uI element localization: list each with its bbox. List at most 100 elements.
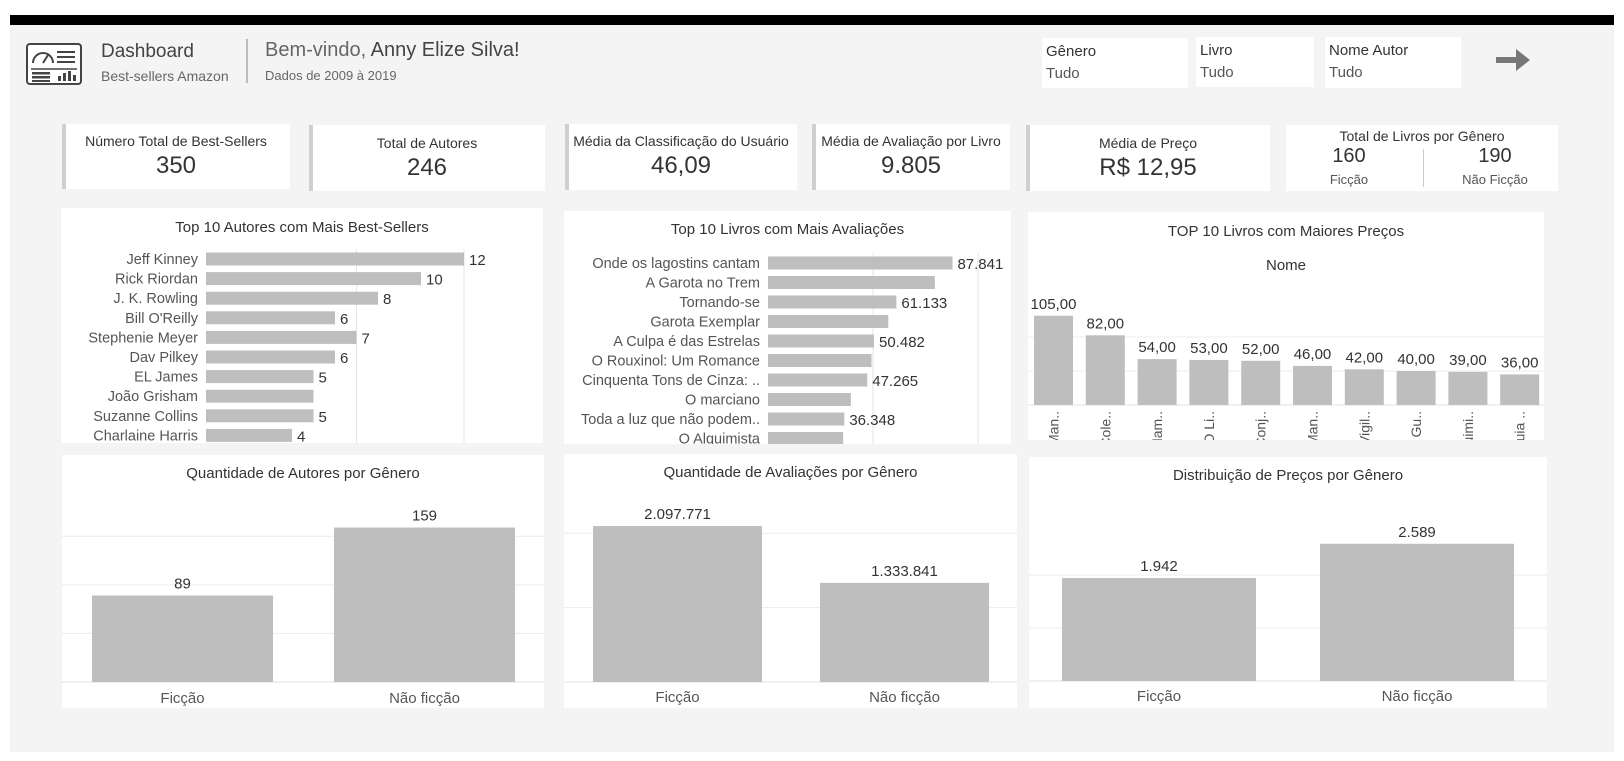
bar (92, 595, 273, 682)
data-label: 36.348 (849, 412, 895, 429)
category-label: J. K. Rowling (113, 291, 198, 307)
bar (768, 354, 872, 367)
bar (206, 350, 335, 364)
data-label: 1.942 (1140, 558, 1178, 575)
chart-reviews-by-genre: Quantidade de Avaliações por Gênero 2.09… (564, 454, 1017, 708)
data-label: 6 (340, 350, 348, 367)
bar (768, 276, 935, 289)
data-label: 8 (383, 291, 391, 308)
kpi-value: 246 (406, 154, 448, 181)
bar (206, 291, 378, 305)
filter-livro-value[interactable]: Tudo (1200, 64, 1234, 81)
data-label: 36,00 (1501, 354, 1539, 371)
bar (768, 315, 889, 328)
kpi-fiction-label: Ficção (1329, 172, 1369, 187)
chart-top-reviews: Top 10 Livros com Mais Avaliações Onde o… (564, 211, 1011, 444)
bar (206, 428, 292, 442)
category-label: Onde os lagostins cantam (592, 256, 760, 272)
category-label: Ficção (160, 690, 204, 707)
data-label: 50.482 (879, 334, 925, 351)
chart-price-by-genre-svg: 1.942 Ficção 2.589 Não ficção (1029, 524, 1547, 705)
category-label: Guia .. (1512, 411, 1528, 440)
chart-top-prices-svg: 105,00 Man.. 82,00 Cole.. 54,00 Ham.. 53,00 O L… (1028, 296, 1544, 440)
category-label: Charlaine Harris (93, 428, 198, 443)
data-label: 61.133 (901, 295, 947, 312)
data-label: 12 (469, 252, 486, 269)
bar (1320, 543, 1514, 681)
kpi-nonfiction-value: 190 (1478, 145, 1512, 167)
kpi-value: 350 (155, 152, 197, 179)
bar (1396, 371, 1436, 405)
category-label: Stephenie Meyer (88, 330, 198, 346)
bar (768, 373, 868, 387)
kpi-total-authors: Total de Autores 246 (309, 125, 545, 191)
category-label: Vigil.. (1356, 411, 1372, 440)
category-label: Garota Exemplar (650, 315, 760, 331)
bar (820, 582, 989, 682)
welcome-message: Bem-vindo, Anny Elize Silva! (265, 39, 520, 62)
category-label: Cole.. (1097, 411, 1113, 440)
category-label: Jeff Kinney (127, 252, 199, 268)
date-range: Dados de 2009 à 2019 (265, 68, 397, 83)
category-label: Bill O'Reilly (125, 311, 199, 327)
data-label: 105,00 (1031, 296, 1077, 313)
data-label: 5 (319, 370, 327, 387)
welcome-name: Anny Elize Silva! (370, 39, 520, 61)
filter-nome-autor-value[interactable]: Tudo (1329, 64, 1363, 81)
category-label: O Gu.. (1408, 411, 1424, 440)
data-label: 52,00 (1242, 341, 1280, 358)
data-label: 10 (426, 272, 443, 289)
bar (206, 389, 314, 403)
filter-nome-autor-label: Nome Autor (1329, 42, 1409, 59)
kpi-title: Total de Livros por Gênero (1339, 128, 1505, 144)
filter-livro[interactable]: Livro Tudo (1196, 37, 1314, 87)
bar (1448, 371, 1488, 405)
filter-nome-autor[interactable]: Nome Autor Tudo (1325, 37, 1461, 88)
bar (768, 295, 897, 309)
category-label: Não ficção (869, 689, 940, 706)
data-label: 7 (362, 330, 370, 347)
kpi-nonfiction-label: Não Ficção (1462, 172, 1528, 187)
category-label: Tornando-se (679, 295, 760, 311)
category-label: Dav Pilkey (130, 350, 199, 366)
chart-price-by-genre: Distribuição de Preços por Gênero 1.942 F… (1029, 457, 1547, 708)
kpi-books-by-genre: Total de Livros por Gênero 160 Ficção 19… (1286, 125, 1558, 191)
kpi-value: R$ 12,95 (1099, 154, 1197, 181)
data-label: 4 (297, 428, 305, 443)
category-label: A Garota no Trem (646, 276, 760, 292)
data-label: 89 (174, 576, 191, 593)
category-label: A Culpa é das Estrelas (613, 334, 760, 350)
chart-top-authors: Top 10 Autores com Mais Best-Sellers Jef… (61, 208, 543, 443)
data-label: 39,00 (1449, 352, 1487, 369)
kpi-total-bestsellers: Número Total de Best-Sellers 350 (62, 124, 290, 189)
kpi-title: Média da Classificação do Usuário (573, 133, 789, 149)
category-label: Rick Riordan (115, 272, 198, 288)
category-label: Ham.. (1149, 411, 1165, 440)
kpi-title: Total de Autores (376, 135, 478, 151)
category-label: Ficção (655, 689, 699, 706)
kpi-value: 9.805 (880, 152, 942, 179)
chart-authors-by-genre-svg: 89 Ficção 159 Não ficção (62, 508, 544, 707)
bar (1085, 335, 1125, 405)
bar (1062, 578, 1256, 681)
category-label: Suzanne Collins (93, 409, 198, 425)
category-label: Não ficção (389, 690, 460, 707)
kpi-avg-price: Média de Preço R$ 12,95 (1026, 125, 1270, 191)
bar (768, 393, 851, 406)
data-label: 6 (340, 311, 348, 328)
filter-livro-label: Livro (1200, 42, 1233, 59)
bar (768, 334, 875, 348)
category-label: O Li.. (1201, 411, 1217, 440)
filter-genero[interactable]: Gênero Tudo (1042, 38, 1188, 88)
category-label: O Rouxinol: Um Romance (592, 354, 760, 370)
arrow-right-icon[interactable] (1494, 47, 1534, 73)
filter-genero-value[interactable]: Tudo (1046, 65, 1080, 82)
data-label: 42,00 (1346, 349, 1384, 366)
bar (206, 409, 314, 423)
bar (593, 526, 762, 682)
category-label: O marciano (685, 393, 760, 409)
top-black-bar (10, 15, 1614, 25)
kpi-title: Média de Avaliação por Livro (821, 133, 1001, 149)
category-label: EL James (134, 370, 198, 386)
chart-authors-by-genre: Quantidade de Autores por Gênero 89 Ficçã… (62, 455, 544, 708)
